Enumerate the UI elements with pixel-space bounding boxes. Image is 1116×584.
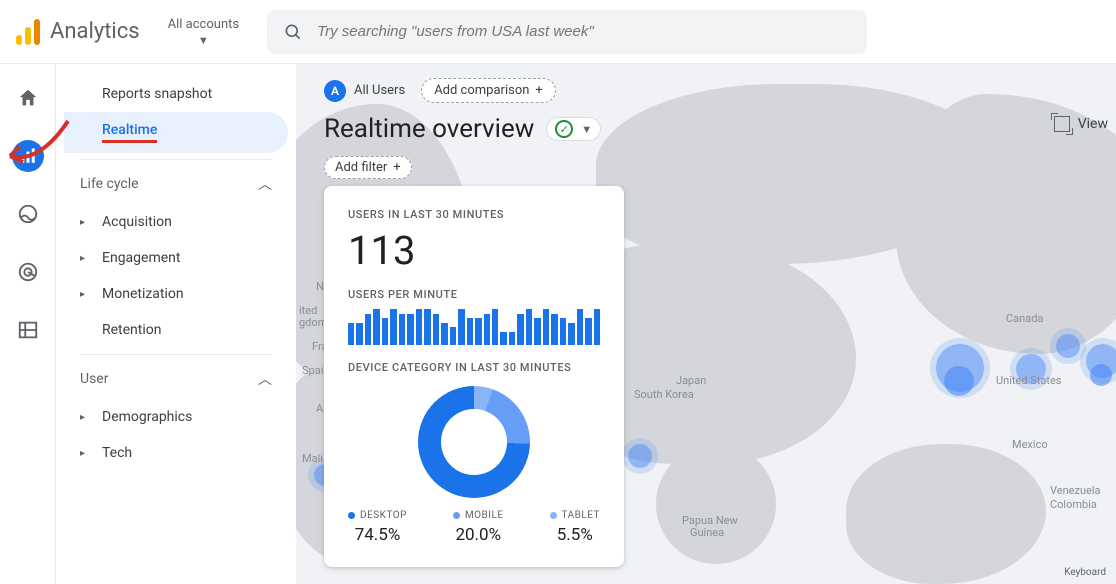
map-label: Japan (676, 374, 706, 387)
ga-logo: Analytics (16, 19, 140, 45)
sidebar-item-realtime[interactable]: ▸Realtime (64, 112, 288, 153)
chevron-down-icon: ▼ (581, 123, 592, 136)
users-per-minute-chart (348, 309, 600, 345)
chevron-up-icon: ︿ (258, 174, 272, 194)
rail-explore-icon[interactable] (12, 198, 44, 230)
account-selector[interactable]: All accounts ▼ (156, 17, 251, 47)
sidebar-item-reports-snapshot[interactable]: ▸Reports snapshot (64, 76, 288, 112)
search-icon (283, 22, 303, 42)
account-selector-label: All accounts (168, 17, 239, 32)
rail-configure-icon[interactable] (12, 314, 44, 346)
audience-chip[interactable]: A All Users (324, 80, 405, 102)
brand-name: Analytics (50, 19, 140, 44)
plus-icon: + (393, 160, 400, 175)
sidebar-item-demographics[interactable]: ▸Demographics (64, 399, 288, 435)
map-label: Guinea (690, 526, 724, 539)
sidebar: ▸Reports snapshot ▸Realtime Life cycle ︿… (56, 64, 296, 584)
users-per-minute-label: USERS PER MINUTE (348, 288, 600, 301)
device-donut-chart (418, 386, 530, 498)
expand-icon (1054, 116, 1070, 132)
plus-icon: + (535, 83, 542, 98)
content-area: Noi ited gdom France Spain Algeria Mali … (296, 64, 1116, 584)
legend-tablet: TABLET 5.5% (550, 510, 600, 545)
sidebar-item-acquisition[interactable]: ▸Acquisition (64, 204, 288, 240)
map-label: Colombia (1050, 498, 1097, 511)
rail-advertising-icon[interactable] (12, 256, 44, 288)
check-circle-icon: ✓ (555, 120, 573, 138)
map-label: Canada (1006, 312, 1043, 325)
page-title: Realtime overview (324, 114, 534, 144)
realtime-card: USERS IN LAST 30 MINUTES 113 USERS PER M… (324, 186, 624, 567)
map-label: United States (996, 374, 1061, 387)
sidebar-item-monetization[interactable]: ▸Monetization (64, 276, 288, 312)
sidebar-item-engagement[interactable]: ▸Engagement (64, 240, 288, 276)
map-label: Mexico (1012, 438, 1048, 451)
status-selector[interactable]: ✓ ▼ (546, 117, 601, 141)
users-30min-label: USERS IN LAST 30 MINUTES (348, 208, 600, 221)
map-label: Venezuela (1050, 484, 1101, 497)
legend-mobile: MOBILE 20.0% (453, 510, 504, 545)
legend-desktop: DESKTOP 74.5% (348, 510, 407, 545)
add-comparison-button[interactable]: Add comparison + (421, 78, 556, 103)
rail-home-icon[interactable] (12, 82, 44, 114)
map-label: Mali (302, 452, 323, 465)
sidebar-item-tech[interactable]: ▸Tech (64, 435, 288, 471)
chevron-up-icon: ︿ (258, 369, 272, 389)
sidebar-item-retention[interactable]: ▸Retention (64, 312, 288, 348)
view-button[interactable]: View (1054, 116, 1108, 132)
app-header: Analytics All accounts ▼ (0, 0, 1116, 64)
sidebar-section-lifecycle[interactable]: Life cycle ︿ (64, 160, 288, 204)
annotation-arrow (0, 116, 78, 186)
sidebar-section-user[interactable]: User ︿ (64, 355, 288, 399)
audience-badge: A (324, 80, 346, 102)
add-filter-button[interactable]: Add filter + (324, 156, 412, 179)
device-legend: DESKTOP 74.5% MOBILE 20.0% TABLET 5.5% (348, 510, 600, 545)
users-30min-value: 113 (348, 227, 600, 274)
map-attribution: Keyboard (1064, 567, 1106, 578)
map-label: South Korea (634, 388, 694, 401)
search-bar[interactable] (267, 10, 867, 54)
device-category-label: DEVICE CATEGORY IN LAST 30 MINUTES (348, 361, 600, 374)
search-input[interactable] (317, 23, 851, 40)
ga-logo-icon (16, 19, 40, 45)
chevron-down-icon: ▼ (198, 34, 209, 47)
